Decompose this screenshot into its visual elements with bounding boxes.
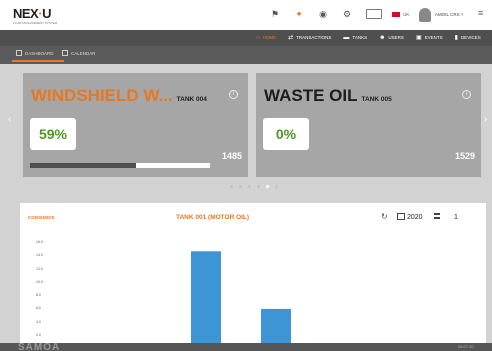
app-logo[interactable]: NEX·U	[13, 6, 51, 21]
carousel-dot[interactable]	[230, 185, 233, 188]
logo-text-main: NEX	[13, 6, 39, 21]
tanks-icon: ▬	[343, 34, 350, 41]
active-tab-indicator	[12, 60, 64, 62]
logo-tagline: FLUID MANAGEMENT SYSTEM	[13, 21, 58, 25]
carousel-dot[interactable]	[248, 185, 251, 188]
info-icon[interactable]: i	[229, 90, 238, 99]
tab-calendar[interactable]: CALENDAR	[62, 50, 96, 56]
tank-product-name: WASTE OIL	[264, 86, 358, 105]
tab-dashboard[interactable]: DASHBOARD	[12, 50, 64, 62]
tank-level-percent: 59%	[38, 126, 68, 142]
nav-label-home: HOME	[262, 35, 277, 40]
carousel-dot[interactable]	[257, 185, 260, 188]
devices-icon: ▮	[454, 35, 458, 41]
nav-item-home[interactable]: ⌂ HOME	[256, 34, 276, 41]
users-icon: ☻	[379, 34, 386, 41]
user-name: AMOIL CRS	[435, 12, 460, 17]
tank-level-bar	[30, 163, 210, 168]
tank-id: TANK 004	[176, 96, 207, 103]
footer-bar	[0, 343, 492, 351]
transactions-icon: ⇄	[288, 35, 294, 41]
nav-label-events: EVENTS	[424, 35, 443, 40]
tank-volume: 1529	[454, 151, 475, 161]
language-label: UK	[403, 12, 410, 17]
nav-items: ⌂ HOME ⇄ TRANSACTIONS ▬ TANKS ☻ USERS ▣ …	[256, 34, 481, 42]
language-selector[interactable]: UK	[392, 12, 409, 17]
chart-bar[interactable]	[191, 251, 221, 348]
home-icon: ⌂	[256, 34, 260, 41]
tank-level-box: 0%	[263, 118, 309, 150]
carousel-dot[interactable]	[266, 185, 269, 188]
events-icon: ▣	[415, 35, 422, 41]
tab-dashboard-label: DASHBOARD	[25, 50, 54, 56]
footer-brand: SAMOA	[18, 343, 61, 351]
rocket-icon[interactable]: ✦	[294, 9, 304, 19]
screen: NEX·U FLUID MANAGEMENT SYSTEM ⚑ ✦ ◉ ⚙ UK…	[0, 0, 492, 351]
calendar-icon	[62, 50, 68, 56]
tank-level-box: 59%	[30, 118, 76, 150]
carousel-dot[interactable]	[239, 185, 242, 188]
tank-level-percent: 0%	[275, 126, 297, 142]
tank-level-bar-fill	[30, 163, 137, 168]
top-header: NEX·U FLUID MANAGEMENT SYSTEM ⚑ ✦ ◉ ⚙ UK…	[0, 0, 492, 30]
gear-icon[interactable]: ⚙	[342, 9, 352, 19]
nav-item-tanks[interactable]: ▬ TANKS	[343, 34, 367, 41]
tank-card[interactable]: WASTE OIL TANK 005 i 0% 1529	[256, 73, 481, 177]
bar-chart	[191, 251, 291, 348]
sub-tab-bar: DASHBOARD CALENDAR	[0, 46, 492, 64]
location-pin-icon[interactable]: ◉	[318, 9, 328, 19]
nav-item-devices[interactable]: ▮ DEVICES	[455, 34, 481, 41]
uk-flag-icon	[392, 12, 400, 17]
logo-text-end: U	[42, 6, 51, 21]
carousel-prev-arrow-icon[interactable]: ‹	[8, 114, 11, 125]
tab-calendar-label: CALENDAR	[71, 50, 96, 56]
nav-label-transactions: TRANSACTIONS	[296, 35, 332, 40]
carousel-dot[interactable]	[275, 185, 278, 188]
tank-card-title: WINDSHIELD W... TANK 004	[31, 86, 207, 106]
consumption-chart-panel: CONSUMOS TANK 001 (MOTOR OIL) ↻ 2020 1 1…	[20, 203, 486, 348]
nav-label-tanks: TANKS	[352, 35, 368, 40]
nav-label-users: USERS	[388, 35, 404, 40]
user-avatar[interactable]	[419, 8, 431, 22]
flag-icon[interactable]: ⚑	[270, 9, 280, 19]
carousel-next-arrow-icon[interactable]: ›	[484, 114, 487, 125]
info-icon[interactable]: i	[462, 90, 471, 99]
main-navbar: ⌂ HOME ⇄ TRANSACTIONS ▬ TANKS ☻ USERS ▣ …	[0, 30, 492, 46]
dashboard-content: ‹ › WINDSHIELD W... TANK 004 i 59% 1485 W…	[0, 64, 492, 348]
keyboard-icon[interactable]	[366, 9, 382, 19]
tank-card[interactable]: WINDSHIELD W... TANK 004 i 59% 1485	[23, 73, 248, 177]
tank-volume: 1485	[221, 151, 242, 161]
footer-date: 26.07.20	[458, 344, 474, 349]
tank-card-title: WASTE OIL TANK 005	[264, 86, 392, 106]
carousel-dots	[230, 185, 278, 188]
nav-item-users[interactable]: ☻ USERS	[379, 34, 404, 41]
dashboard-icon	[16, 50, 22, 56]
nav-label-devices: DEVICES	[460, 35, 481, 40]
tank-product-name: WINDSHIELD W...	[31, 86, 173, 105]
nav-item-events[interactable]: ▣ EVENTS	[416, 34, 443, 41]
nav-item-transactions[interactable]: ⇄ TRANSACTIONS	[288, 34, 331, 41]
header-icons: ⚑ ✦ ◉ ⚙	[270, 9, 382, 19]
user-menu[interactable]: AMOIL CRS ˅	[435, 12, 463, 17]
tank-id: TANK 005	[361, 96, 392, 103]
menu-icon[interactable]: ≡	[478, 8, 483, 18]
